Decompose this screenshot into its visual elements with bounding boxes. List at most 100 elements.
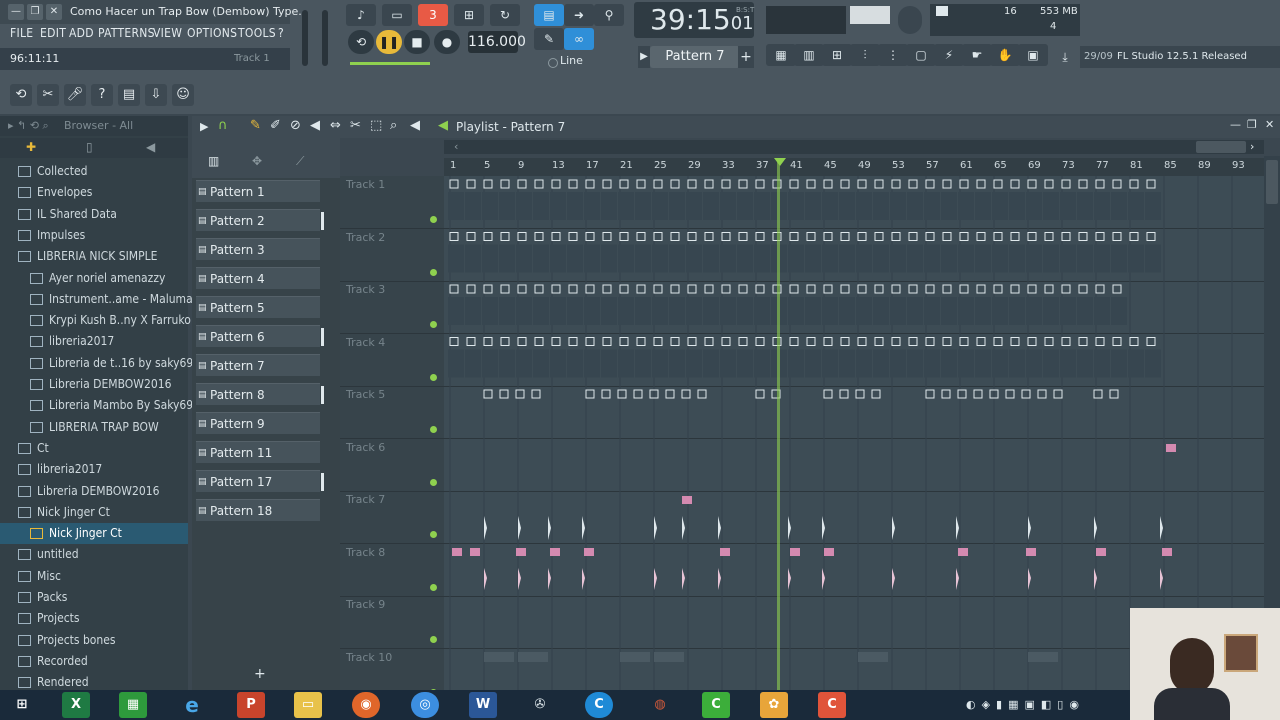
stop-button[interactable]: ■ xyxy=(404,30,430,54)
mute-tool-icon[interactable]: ◀ xyxy=(310,118,320,133)
browser-item[interactable]: Krypi Kush B..ny X Farruko xyxy=(0,310,191,331)
browser-item[interactable]: Recorded xyxy=(0,651,188,672)
plugin-picker-icon[interactable]: ⋮ xyxy=(878,44,908,66)
track-label[interactable]: Track 2 xyxy=(346,231,385,244)
firefox-icon[interactable]: ◉ xyxy=(352,692,380,718)
browser-item[interactable]: Projects bones xyxy=(0,630,188,651)
download-icon[interactable]: ⤓ xyxy=(1050,46,1080,68)
pattern-item[interactable]: ▤ Pattern 3 xyxy=(196,238,320,260)
menu-add[interactable]: ADD xyxy=(69,26,94,40)
pause-button[interactable]: ❚❚ xyxy=(376,30,402,54)
pattern-item[interactable]: ▤ Pattern 2 xyxy=(196,209,324,231)
arrow-icon[interactable]: ◀ xyxy=(438,118,448,133)
browser-window-icon[interactable]: ▢ xyxy=(906,44,936,66)
microphone-icon[interactable]: 🎤︎ xyxy=(64,84,86,106)
track-mute-icon[interactable] xyxy=(430,268,437,276)
master-volume-slider[interactable] xyxy=(302,10,308,66)
horizontal-scrollbar[interactable] xyxy=(444,140,1264,154)
save-icon[interactable]: ▤ xyxy=(118,84,140,106)
add-pattern-list-icon[interactable]: + xyxy=(254,666,266,682)
tempo-display[interactable]: 116.000 xyxy=(468,31,526,53)
horizontal-scroll-thumb[interactable] xyxy=(1196,141,1246,153)
paint-tool-icon[interactable]: ✐ xyxy=(270,118,281,133)
record-button[interactable]: ● xyxy=(434,30,460,54)
pattern-item[interactable]: ▤ Pattern 11 xyxy=(196,441,320,463)
playhead-marker[interactable] xyxy=(774,158,786,166)
menu-file[interactable]: FILE xyxy=(10,26,33,40)
pattern-prev-icon[interactable]: ▶ xyxy=(638,46,650,68)
bell-icon[interactable]: ⚲ xyxy=(594,4,624,26)
pattern-item[interactable]: ▤ Pattern 8 xyxy=(196,383,324,405)
scroll-right-icon[interactable]: › xyxy=(1250,140,1254,153)
pattern-item[interactable]: ▤ Pattern 17 xyxy=(196,470,324,492)
pattern-item[interactable]: ▤ Pattern 6 xyxy=(196,325,324,347)
pattern-selector[interactable]: Pattern 7 xyxy=(650,46,740,68)
track-mute-icon[interactable] xyxy=(430,321,437,328)
metronome-icon[interactable]: ♪ xyxy=(346,4,376,26)
track-label[interactable]: Track 6 xyxy=(346,441,385,454)
browser-item[interactable]: Projects xyxy=(0,608,188,629)
pencil-tool-icon[interactable]: ✎ xyxy=(534,28,564,50)
plugin-database-icon[interactable]: ⚡ xyxy=(934,44,964,66)
browser-item[interactable]: Nick Jinger Ct xyxy=(0,502,188,523)
browser-item[interactable]: Nick Jinger Ct xyxy=(0,523,188,545)
pattern-item[interactable]: ▤ Pattern 4 xyxy=(196,267,320,289)
playlist-close-icon[interactable]: ✕ xyxy=(1265,118,1274,131)
browser-item[interactable]: Libreria DEMBOW2016 xyxy=(0,481,188,502)
cyberlink-icon[interactable]: C xyxy=(585,692,613,718)
track-mute-icon[interactable] xyxy=(430,426,437,433)
fl-studio-icon[interactable]: ✿ xyxy=(760,692,788,718)
scroll-left-icon[interactable]: ‹ xyxy=(454,140,458,153)
slice-tool-icon[interactable]: ✂ xyxy=(350,118,361,133)
track-label[interactable]: Track 10 xyxy=(346,651,392,664)
browser-nav-icons[interactable]: ▸ ↰ ⟲ ⌕ xyxy=(8,119,49,133)
undo-history-icon[interactable]: ⟲ xyxy=(10,84,32,106)
help-icon[interactable]: ? xyxy=(91,84,113,106)
pattern-mode-icon[interactable]: ▤ xyxy=(534,4,564,26)
browser-item[interactable]: LIBRERIA NICK SIMPLE xyxy=(0,246,188,267)
snap-select[interactable]: Line xyxy=(560,54,620,70)
track-mute-icon[interactable] xyxy=(430,478,437,486)
browser-item[interactable]: Collected xyxy=(0,161,188,182)
word-icon[interactable]: W xyxy=(469,692,497,718)
pattern-item[interactable]: ▤ Pattern 5 xyxy=(196,296,320,318)
track-label[interactable]: Track 9 xyxy=(346,598,385,611)
track-mute-icon[interactable] xyxy=(430,583,437,591)
browser-item[interactable]: Instrument..ame - Maluma xyxy=(0,289,193,310)
track-label[interactable]: Track 8 xyxy=(346,546,385,559)
browser-item[interactable]: Libreria DEMBOW2016 xyxy=(0,374,188,395)
minimize-icon[interactable]: — xyxy=(8,4,24,20)
windows-start-icon[interactable]: ⊞ xyxy=(8,692,36,718)
piano-roll-icon[interactable]: ▥ xyxy=(794,44,824,66)
track-mute-icon[interactable] xyxy=(430,636,437,643)
countdown-icon[interactable]: 3 xyxy=(418,4,448,26)
link-icon[interactable]: ∞ xyxy=(564,28,594,50)
menu-edit[interactable]: EDIT xyxy=(40,26,66,40)
piano-icon[interactable]: ▥ xyxy=(208,154,219,168)
link-clip-icon[interactable]: ⟋ xyxy=(296,154,304,169)
export-icon[interactable]: ⇩ xyxy=(145,84,167,106)
browser-item[interactable]: libreria2017 xyxy=(0,459,188,480)
channel-rack-icon[interactable]: ⊞ xyxy=(822,44,852,66)
zoom-tool-icon[interactable]: ⌕ xyxy=(390,118,397,133)
camtasia-recorder-icon[interactable]: C xyxy=(818,692,846,718)
playback-tool-icon[interactable]: ◀ xyxy=(410,118,420,133)
tools-icon[interactable]: ✂ xyxy=(37,84,59,106)
step-edit-icon[interactable]: ⊞ xyxy=(454,4,484,26)
browser-item[interactable]: Ayer noriel amenazzy xyxy=(0,268,188,289)
render-icon[interactable]: ▣ xyxy=(1018,44,1048,66)
magnet-icon[interactable]: ∩ xyxy=(218,118,228,133)
master-knob[interactable] xyxy=(898,6,922,34)
browser-item[interactable]: Libreria Mambo By Saky69 xyxy=(0,395,193,416)
menu-help[interactable]: ? xyxy=(278,26,284,40)
mixer-icon[interactable]: ⫶ xyxy=(850,44,880,66)
delete-tool-icon[interactable]: ⊘ xyxy=(290,118,301,133)
pattern-item[interactable]: ▤ Pattern 1 xyxy=(196,180,320,202)
pattern-item[interactable]: ▤ Pattern 7 xyxy=(196,354,320,376)
playlist-minimize-icon[interactable]: — xyxy=(1230,118,1241,131)
browser-speaker-icon[interactable]: ◀ xyxy=(146,140,155,154)
browser-file-icon[interactable]: ▯ xyxy=(86,140,93,154)
track-label[interactable]: Track 3 xyxy=(346,283,385,296)
close-icon[interactable]: ✕ xyxy=(46,4,62,20)
restore-icon[interactable]: ❐ xyxy=(27,4,43,20)
